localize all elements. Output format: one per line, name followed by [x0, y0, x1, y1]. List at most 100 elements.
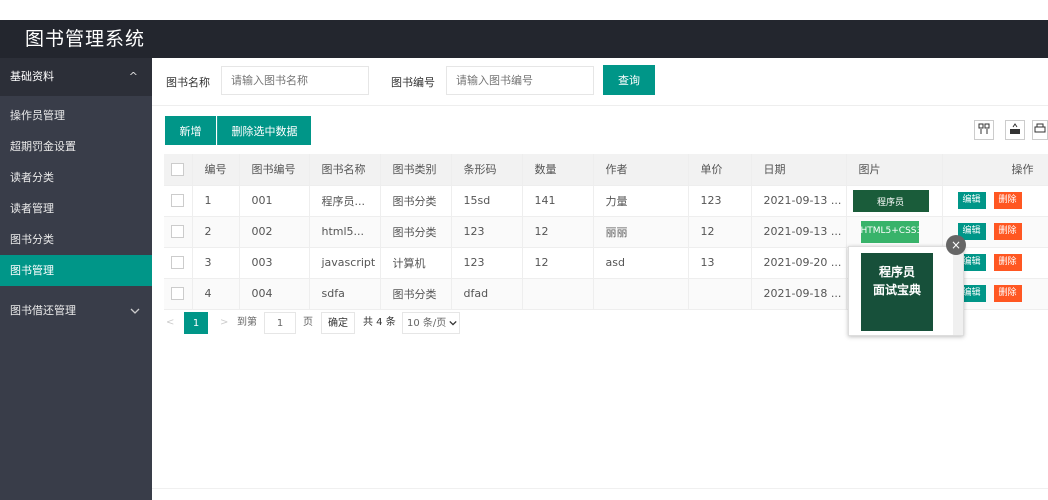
- cell-cover[interactable]: HTML5+CSS3: [846, 216, 943, 248]
- row-checkbox[interactable]: [164, 247, 193, 279]
- row-checkbox[interactable]: [164, 278, 193, 310]
- top-strip: [0, 0, 1048, 20]
- page-size-select[interactable]: 10 条/页: [402, 312, 460, 334]
- sidebar-item-books[interactable]: 图书管理: [0, 255, 152, 286]
- book-code-label: 图书编号: [391, 76, 435, 89]
- column-header[interactable]: 日期: [751, 154, 847, 186]
- cell-date: 2021-09-13 ...: [751, 216, 847, 248]
- cell-barcode: 123: [451, 247, 523, 279]
- columns-icon[interactable]: [974, 120, 994, 140]
- sidebar-item-operators[interactable]: 操作员管理: [0, 100, 152, 131]
- sidebar-item-overdue-fine[interactable]: 超期罚金设置: [0, 131, 152, 162]
- delete-selected-button[interactable]: 删除选中数据: [217, 116, 311, 145]
- column-header[interactable]: 操作: [942, 154, 1048, 186]
- search-bar: 图书名称 图书编号 查询: [152, 58, 1048, 106]
- query-button[interactable]: 查询: [603, 65, 655, 95]
- book-cover-image[interactable]: 程序员: [852, 189, 929, 212]
- cell-id: 2: [192, 216, 240, 248]
- column-header[interactable]: 数量: [522, 154, 594, 186]
- next-page-button[interactable]: >: [220, 312, 230, 334]
- book-cover-image[interactable]: HTML5+CSS3: [860, 220, 919, 243]
- print-icon[interactable]: [1032, 120, 1048, 140]
- cell-qty: 12: [522, 216, 594, 248]
- column-header[interactable]: 作者: [593, 154, 689, 186]
- chevron-up-icon: ^: [128, 70, 138, 83]
- header-bar: 图书管理系统: [0, 20, 1048, 58]
- goto-label: 到第: [237, 317, 257, 328]
- book-code-input[interactable]: [446, 66, 594, 95]
- cell-category: 图书分类: [380, 278, 452, 310]
- cell-price: [688, 278, 752, 310]
- cell-name: 程序员...: [309, 185, 381, 217]
- cell-id: 3: [192, 247, 240, 279]
- chevron-down-icon: [130, 292, 140, 330]
- cell-code: 001: [239, 185, 310, 217]
- cell-date: 2021-09-13 ...: [751, 185, 847, 217]
- cover-preview-image: 程序员 面试宝典: [861, 253, 933, 331]
- cell-author: asd: [593, 247, 689, 279]
- column-header[interactable]: 图书名称: [309, 154, 381, 186]
- column-header[interactable]: 单价: [688, 154, 752, 186]
- export-icon[interactable]: [1005, 120, 1025, 140]
- cell-actions: 编辑 删除: [942, 185, 1048, 217]
- cover-title: 程序员: [876, 197, 904, 208]
- sidebar-group-basic[interactable]: 基础资料 ^: [0, 58, 152, 96]
- table-row: 1 001 程序员... 图书分类 15sd 141 力量 123 2021-0…: [164, 185, 1048, 217]
- sidebar: 基础资料 ^ 操作员管理 超期罚金设置 读者分类 读者管理 图书分类 图书管理 …: [0, 58, 152, 500]
- cover-title: HTML5+CSS3: [860, 225, 919, 236]
- goto-page-input[interactable]: 1: [264, 312, 296, 334]
- delete-button[interactable]: 删除: [993, 254, 1022, 271]
- cell-author: [593, 278, 689, 310]
- column-header[interactable]: 图片: [846, 154, 943, 186]
- sidebar-group-label: 基础资料: [10, 70, 54, 83]
- cell-name: javascript: [309, 247, 381, 279]
- sidebar-item-reader-category[interactable]: 读者分类: [0, 162, 152, 193]
- row-checkbox[interactable]: [164, 216, 193, 248]
- table-header-row: 编号 图书编号 图书名称 图书类别 条形码 数量 作者 单价 日期 图片 操作: [164, 154, 1048, 186]
- book-name-input[interactable]: [221, 66, 369, 95]
- cell-qty: [522, 278, 594, 310]
- cell-category: 图书分类: [380, 216, 452, 248]
- page-unit-label: 页: [303, 317, 313, 328]
- confirm-page-button[interactable]: 确定: [321, 312, 355, 334]
- column-header[interactable]: 图书类别: [380, 154, 452, 186]
- cell-name: html5...: [309, 216, 381, 248]
- cell-author: 力量: [593, 185, 689, 217]
- cell-qty: 141: [522, 185, 594, 217]
- page-size-value: 10 条/页: [407, 318, 447, 329]
- delete-button[interactable]: 删除: [993, 223, 1022, 240]
- cell-author: 丽丽: [593, 216, 689, 248]
- book-name-label: 图书名称: [166, 76, 210, 89]
- sidebar-group-borrow[interactable]: 图书借还管理: [0, 292, 152, 330]
- cover-preview-title-1: 程序员: [878, 265, 915, 279]
- cell-price: 123: [688, 185, 752, 217]
- popup-scrollbar[interactable]: [953, 247, 963, 335]
- prev-page-button[interactable]: <: [166, 312, 180, 334]
- cell-cover[interactable]: 程序员: [846, 185, 943, 217]
- cell-id: 4: [192, 278, 240, 310]
- delete-button[interactable]: 删除: [993, 285, 1022, 302]
- add-button[interactable]: 新增: [165, 116, 216, 145]
- cell-barcode: 123: [451, 216, 523, 248]
- table-row: 2 002 html5... 图书分类 123 12 丽丽 12 2021-09…: [164, 216, 1048, 248]
- bottom-divider: [152, 488, 1048, 500]
- cell-barcode: dfad: [451, 278, 523, 310]
- select-all-checkbox[interactable]: [164, 154, 193, 186]
- app-root: 图书管理系统 基础资料 ^ 操作员管理 超期罚金设置 读者分类 读者管理 图书分…: [0, 0, 1048, 500]
- sidebar-item-readers[interactable]: 读者管理: [0, 193, 152, 224]
- page-1-button[interactable]: 1: [184, 312, 208, 334]
- column-header[interactable]: 编号: [192, 154, 240, 186]
- delete-button[interactable]: 删除: [993, 192, 1022, 209]
- column-header[interactable]: 条形码: [451, 154, 523, 186]
- cover-preview-title-2: 面试宝典: [872, 283, 921, 297]
- cell-barcode: 15sd: [451, 185, 523, 217]
- edit-button[interactable]: 编辑: [957, 192, 986, 209]
- close-popup-icon[interactable]: ×: [946, 235, 966, 255]
- column-header[interactable]: 图书编号: [239, 154, 310, 186]
- cell-code: 003: [239, 247, 310, 279]
- total-count: 共 4 条: [363, 317, 396, 328]
- row-checkbox[interactable]: [164, 185, 193, 217]
- cell-id: 1: [192, 185, 240, 217]
- app-title: 图书管理系统: [25, 28, 146, 50]
- sidebar-item-book-category[interactable]: 图书分类: [0, 224, 152, 255]
